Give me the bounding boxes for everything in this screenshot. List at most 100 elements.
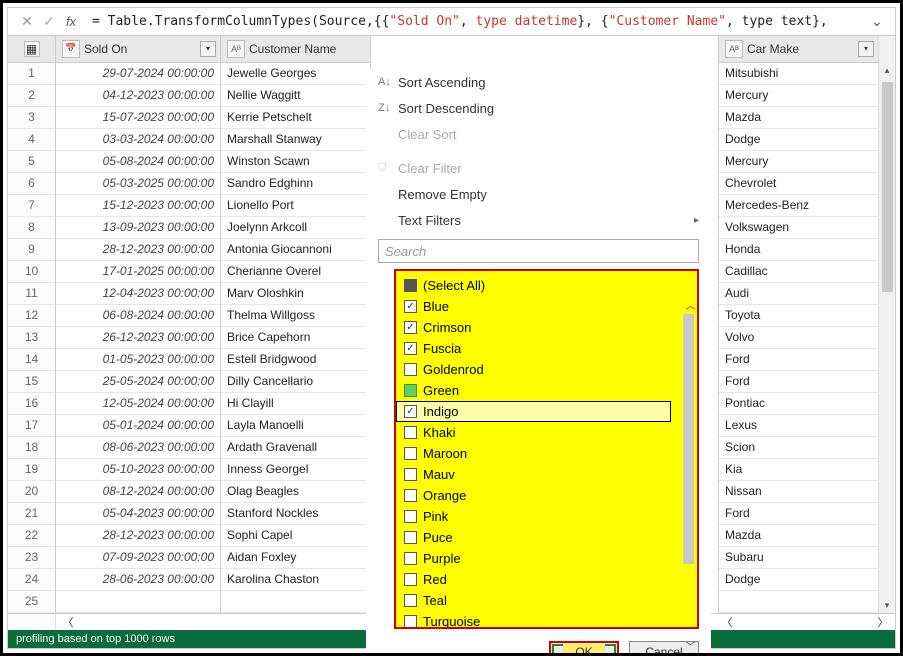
sold-on-cell[interactable]: 15-07-2023 00:00:00	[56, 107, 220, 129]
checkbox-icon[interactable]	[404, 426, 417, 439]
sold-on-cell[interactable]: 04-12-2023 00:00:00	[56, 85, 220, 107]
car-make-header[interactable]: Aᴮ Car Make ▾	[719, 36, 878, 63]
vertical-scrollbar[interactable]: ▴ ▾	[878, 36, 895, 613]
car-make-cell[interactable]: Dodge	[719, 129, 878, 151]
car-make-cell[interactable]: Mitsubishi	[719, 63, 878, 85]
car-make-cell[interactable]: Toyota	[719, 305, 878, 327]
filter-list-scrollbar[interactable]: ︿ ﹀	[683, 297, 700, 653]
customer-name-cell[interactable]: Sophi Capel	[221, 525, 370, 547]
customer-name-cell[interactable]: Estell Bridgwood	[221, 349, 370, 371]
checkbox-icon[interactable]	[404, 510, 417, 523]
row-number[interactable]: 24	[8, 569, 55, 591]
filter-value-item[interactable]: Indigo	[396, 401, 671, 422]
row-number[interactable]: 10	[8, 261, 55, 283]
customer-name-cell[interactable]: Joelynn Arkcoll	[221, 217, 370, 239]
checkbox-icon[interactable]	[404, 531, 417, 544]
row-number[interactable]: 16	[8, 393, 55, 415]
filter-value-item[interactable]: Maroon	[396, 443, 697, 464]
checkbox-icon[interactable]	[404, 615, 417, 628]
sort-descending[interactable]: Z↓Sort Descending	[366, 95, 711, 121]
customer-name-cell[interactable]: Aidan Foxley	[221, 547, 370, 569]
car-make-cell[interactable]: Pontiac	[719, 393, 878, 415]
customer-name-cell[interactable]: Marv Oloshkin	[221, 283, 370, 305]
row-number[interactable]: 9	[8, 239, 55, 261]
customer-name-cell[interactable]: Inness Georgel	[221, 459, 370, 481]
filter-value-item[interactable]: Blue	[396, 296, 697, 317]
checkbox-icon[interactable]	[404, 300, 417, 313]
hscroll-left-arrow-icon[interactable]: 〈	[60, 614, 76, 630]
sold-on-cell[interactable]: 15-12-2023 00:00:00	[56, 195, 220, 217]
sold-on-cell[interactable]: 06-08-2024 00:00:00	[56, 305, 220, 327]
filter-value-item[interactable]: Orange	[396, 485, 697, 506]
sold-on-cell[interactable]: 28-12-2023 00:00:00	[56, 239, 220, 261]
row-number[interactable]: 7	[8, 195, 55, 217]
sold-on-filter-icon[interactable]: ▾	[200, 41, 216, 57]
checkbox-icon[interactable]	[404, 321, 417, 334]
car-make-cell[interactable]: Ford	[719, 371, 878, 393]
row-number[interactable]: 15	[8, 371, 55, 393]
row-number[interactable]: 18	[8, 437, 55, 459]
checkbox-icon[interactable]	[404, 405, 417, 418]
customer-name-cell[interactable]: Cherianne Overel	[221, 261, 370, 283]
formula-expand-icon[interactable]: ⌄	[867, 13, 887, 30]
customer-name-cell[interactable]: Stanford Nockles	[221, 503, 370, 525]
datetime-type-icon[interactable]: 📅	[62, 40, 80, 58]
row-number[interactable]: 2	[8, 85, 55, 107]
hscroll-right-arrow-icon[interactable]: 〉	[875, 614, 891, 630]
filter-value-item[interactable]: Red	[396, 569, 697, 590]
car-make-cell[interactable]: Kia	[719, 459, 878, 481]
customer-name-header[interactable]: Aᴮ Customer Name	[221, 36, 370, 63]
formula-cancel-icon[interactable]: ✕	[16, 13, 38, 30]
car-make-cell[interactable]: Nissan	[719, 481, 878, 503]
checkbox-icon[interactable]	[404, 552, 417, 565]
row-number[interactable]: 14	[8, 349, 55, 371]
filter-value-item[interactable]: Purple	[396, 548, 697, 569]
filter-value-item[interactable]: Goldenrod	[396, 359, 697, 380]
customer-name-cell[interactable]: Hi Clayill	[221, 393, 370, 415]
car-make-cell[interactable]: Subaru	[719, 547, 878, 569]
sold-on-cell[interactable]: 26-12-2023 00:00:00	[56, 327, 220, 349]
checkbox-icon[interactable]	[404, 279, 417, 292]
sold-on-cell[interactable]: 03-03-2024 00:00:00	[56, 129, 220, 151]
customer-name-cell[interactable]: Marshall Stanway	[221, 129, 370, 151]
filter-value-item[interactable]: Green	[396, 380, 697, 401]
customer-name-cell[interactable]: Antonia Giocannoni	[221, 239, 370, 261]
filter-value-item[interactable]: Crimson	[396, 317, 697, 338]
checkbox-icon[interactable]	[404, 468, 417, 481]
index-header[interactable]: ▦	[8, 36, 55, 63]
scroll-thumb[interactable]	[882, 82, 893, 292]
fx-icon[interactable]: fx	[60, 14, 82, 29]
filter-value-item[interactable]: Khaki	[396, 422, 697, 443]
car-make-cell[interactable]: Dodge	[719, 569, 878, 591]
sort-ascending[interactable]: A↓Sort Ascending	[366, 69, 711, 95]
sold-on-cell[interactable]: 07-09-2023 00:00:00	[56, 547, 220, 569]
sold-on-cell[interactable]: 01-05-2023 00:00:00	[56, 349, 220, 371]
car-make-cell[interactable]: Mazda	[719, 525, 878, 547]
customer-name-cell[interactable]: Jewelle Georges	[221, 63, 370, 85]
sold-on-cell[interactable]: 28-12-2023 00:00:00	[56, 525, 220, 547]
row-number[interactable]: 11	[8, 283, 55, 305]
customer-name-cell[interactable]: Sandro Edghinn	[221, 173, 370, 195]
sold-on-cell[interactable]: 13-09-2023 00:00:00	[56, 217, 220, 239]
filter-value-item[interactable]: Mauv	[396, 464, 697, 485]
row-number[interactable]: 6	[8, 173, 55, 195]
row-number[interactable]: 13	[8, 327, 55, 349]
row-number[interactable]: 3	[8, 107, 55, 129]
customer-name-cell[interactable]: Olag Beagles	[221, 481, 370, 503]
customer-name-cell[interactable]: Winston Scawn	[221, 151, 370, 173]
scroll-up-icon[interactable]: ︿	[683, 297, 698, 312]
sold-on-cell[interactable]: 05-04-2023 00:00:00	[56, 503, 220, 525]
car-make-cell[interactable]: Audi	[719, 283, 878, 305]
text-type-icon[interactable]: Aᴮ	[227, 40, 245, 58]
checkbox-icon[interactable]	[404, 342, 417, 355]
ok-button[interactable]: OK	[549, 641, 619, 656]
text-type-icon[interactable]: Aᴮ	[725, 40, 743, 58]
hscroll-left-arrow-icon[interactable]: 〈	[719, 614, 735, 630]
car-make-cell[interactable]: Lexus	[719, 415, 878, 437]
formula-text[interactable]: = Table.TransformColumnTypes(Source,{{"S…	[82, 14, 867, 29]
sold-on-cell[interactable]	[56, 591, 220, 613]
filter-value-item[interactable]: Fuscia	[396, 338, 697, 359]
sold-on-cell[interactable]: 12-04-2023 00:00:00	[56, 283, 220, 305]
car-make-cell[interactable]	[719, 591, 878, 613]
checkbox-icon[interactable]	[404, 489, 417, 502]
